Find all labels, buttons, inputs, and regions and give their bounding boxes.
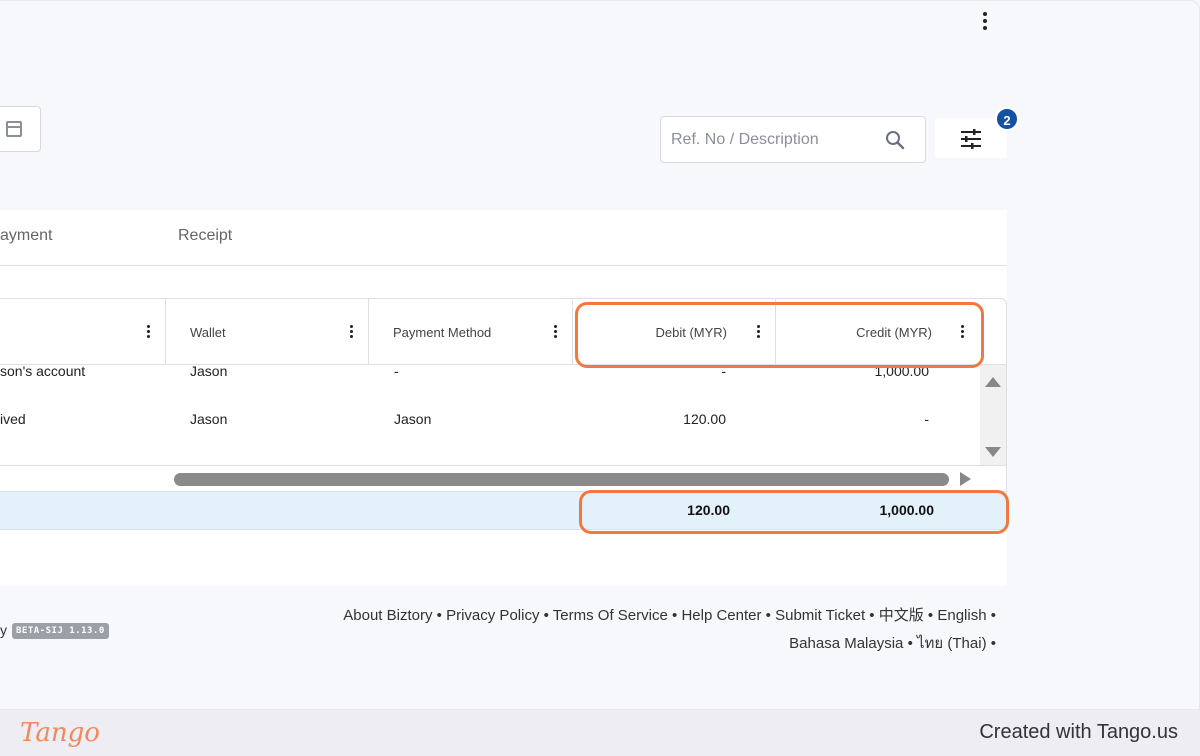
more-options-icon[interactable] [976,10,994,32]
tango-logo: Tango [20,718,100,748]
footer-separator: • [927,607,934,624]
date-range-input[interactable] [0,106,41,152]
cell-wallet: Jason [190,411,228,427]
column-menu-icon[interactable] [957,323,967,339]
transactions-table: Wallet Payment Method Debit (MYR) Credit… [0,298,1007,530]
search-icon[interactable] [885,130,905,150]
footer-links: About Biztory • Privacy Policy • Terms O… [276,602,996,658]
tab-receipt[interactable]: Receipt [178,227,232,245]
footer-link-chinese[interactable]: 中文版 [879,607,924,624]
footer-link-terms[interactable]: Terms Of Service [553,607,668,624]
brand-name-fragment: y [0,622,7,638]
total-credit: 1,000.00 [879,502,935,518]
footer-link-help[interactable]: Help Center [681,607,761,624]
footer-link-malay[interactable]: Bahasa Malaysia [789,635,903,652]
cell-debit: - [721,363,726,379]
column-menu-icon[interactable] [346,323,356,339]
footer-separator: • [436,607,442,624]
cell-wallet: Jason [190,363,228,379]
sliders-icon [961,129,981,149]
total-debit: 120.00 [687,502,730,518]
horizontal-scroll-thumb[interactable] [174,473,949,486]
cell-payment-method: - [394,363,399,379]
footer-link-privacy[interactable]: Privacy Policy [446,607,539,624]
cell-payment-method: Jason [394,411,432,427]
cell-credit: - [924,411,929,427]
footer-separator: • [543,607,549,624]
tango-footer-bar: Tango Created with Tango.us [0,710,1200,756]
tab-bar: ayment Receipt [0,210,1007,266]
footer-separator: • [990,635,996,652]
transactions-card: ayment Receipt Wallet Payment Method Deb… [0,210,1007,586]
filter-count-badge: 2 [995,107,1019,131]
footer-separator: • [765,607,771,624]
footer-separator: • [990,607,996,624]
cell-description: ived [0,411,26,427]
horizontal-scrollbar[interactable] [0,465,1006,491]
calendar-icon [6,121,22,137]
footer-link-thai[interactable]: ไทย (Thai) [917,635,987,652]
totals-row: 120.00 1,000.00 [0,491,1006,529]
footer-separator: • [672,607,678,624]
column-header-payment-method[interactable]: Payment Method [369,299,573,365]
footer-link-submit-ticket[interactable]: Submit Ticket [775,607,865,624]
footer-separator: • [907,635,913,652]
scroll-right-arrow-icon[interactable] [960,472,971,486]
cell-description: son's account [0,363,86,379]
search-input[interactable] [671,129,871,151]
column-menu-icon[interactable] [143,323,153,339]
footer-link-english[interactable]: English [937,607,986,624]
cell-debit: 120.00 [683,411,726,427]
footer-separator: • [869,607,875,624]
column-menu-icon[interactable] [753,323,763,339]
tango-created-with: Created with Tango.us [979,721,1178,743]
footer-link-about[interactable]: About Biztory [343,607,432,624]
version-badge: BETA-SIJ 1.13.0 [12,623,109,639]
column-menu-icon[interactable] [550,323,560,339]
cell-credit: 1,000.00 [874,363,930,379]
scroll-up-arrow-icon[interactable] [985,377,1001,387]
tab-payment[interactable]: ayment [0,227,52,245]
table-row[interactable]: ived Jason Jason 120.00 - [0,411,980,467]
scroll-down-arrow-icon[interactable] [985,447,1001,457]
